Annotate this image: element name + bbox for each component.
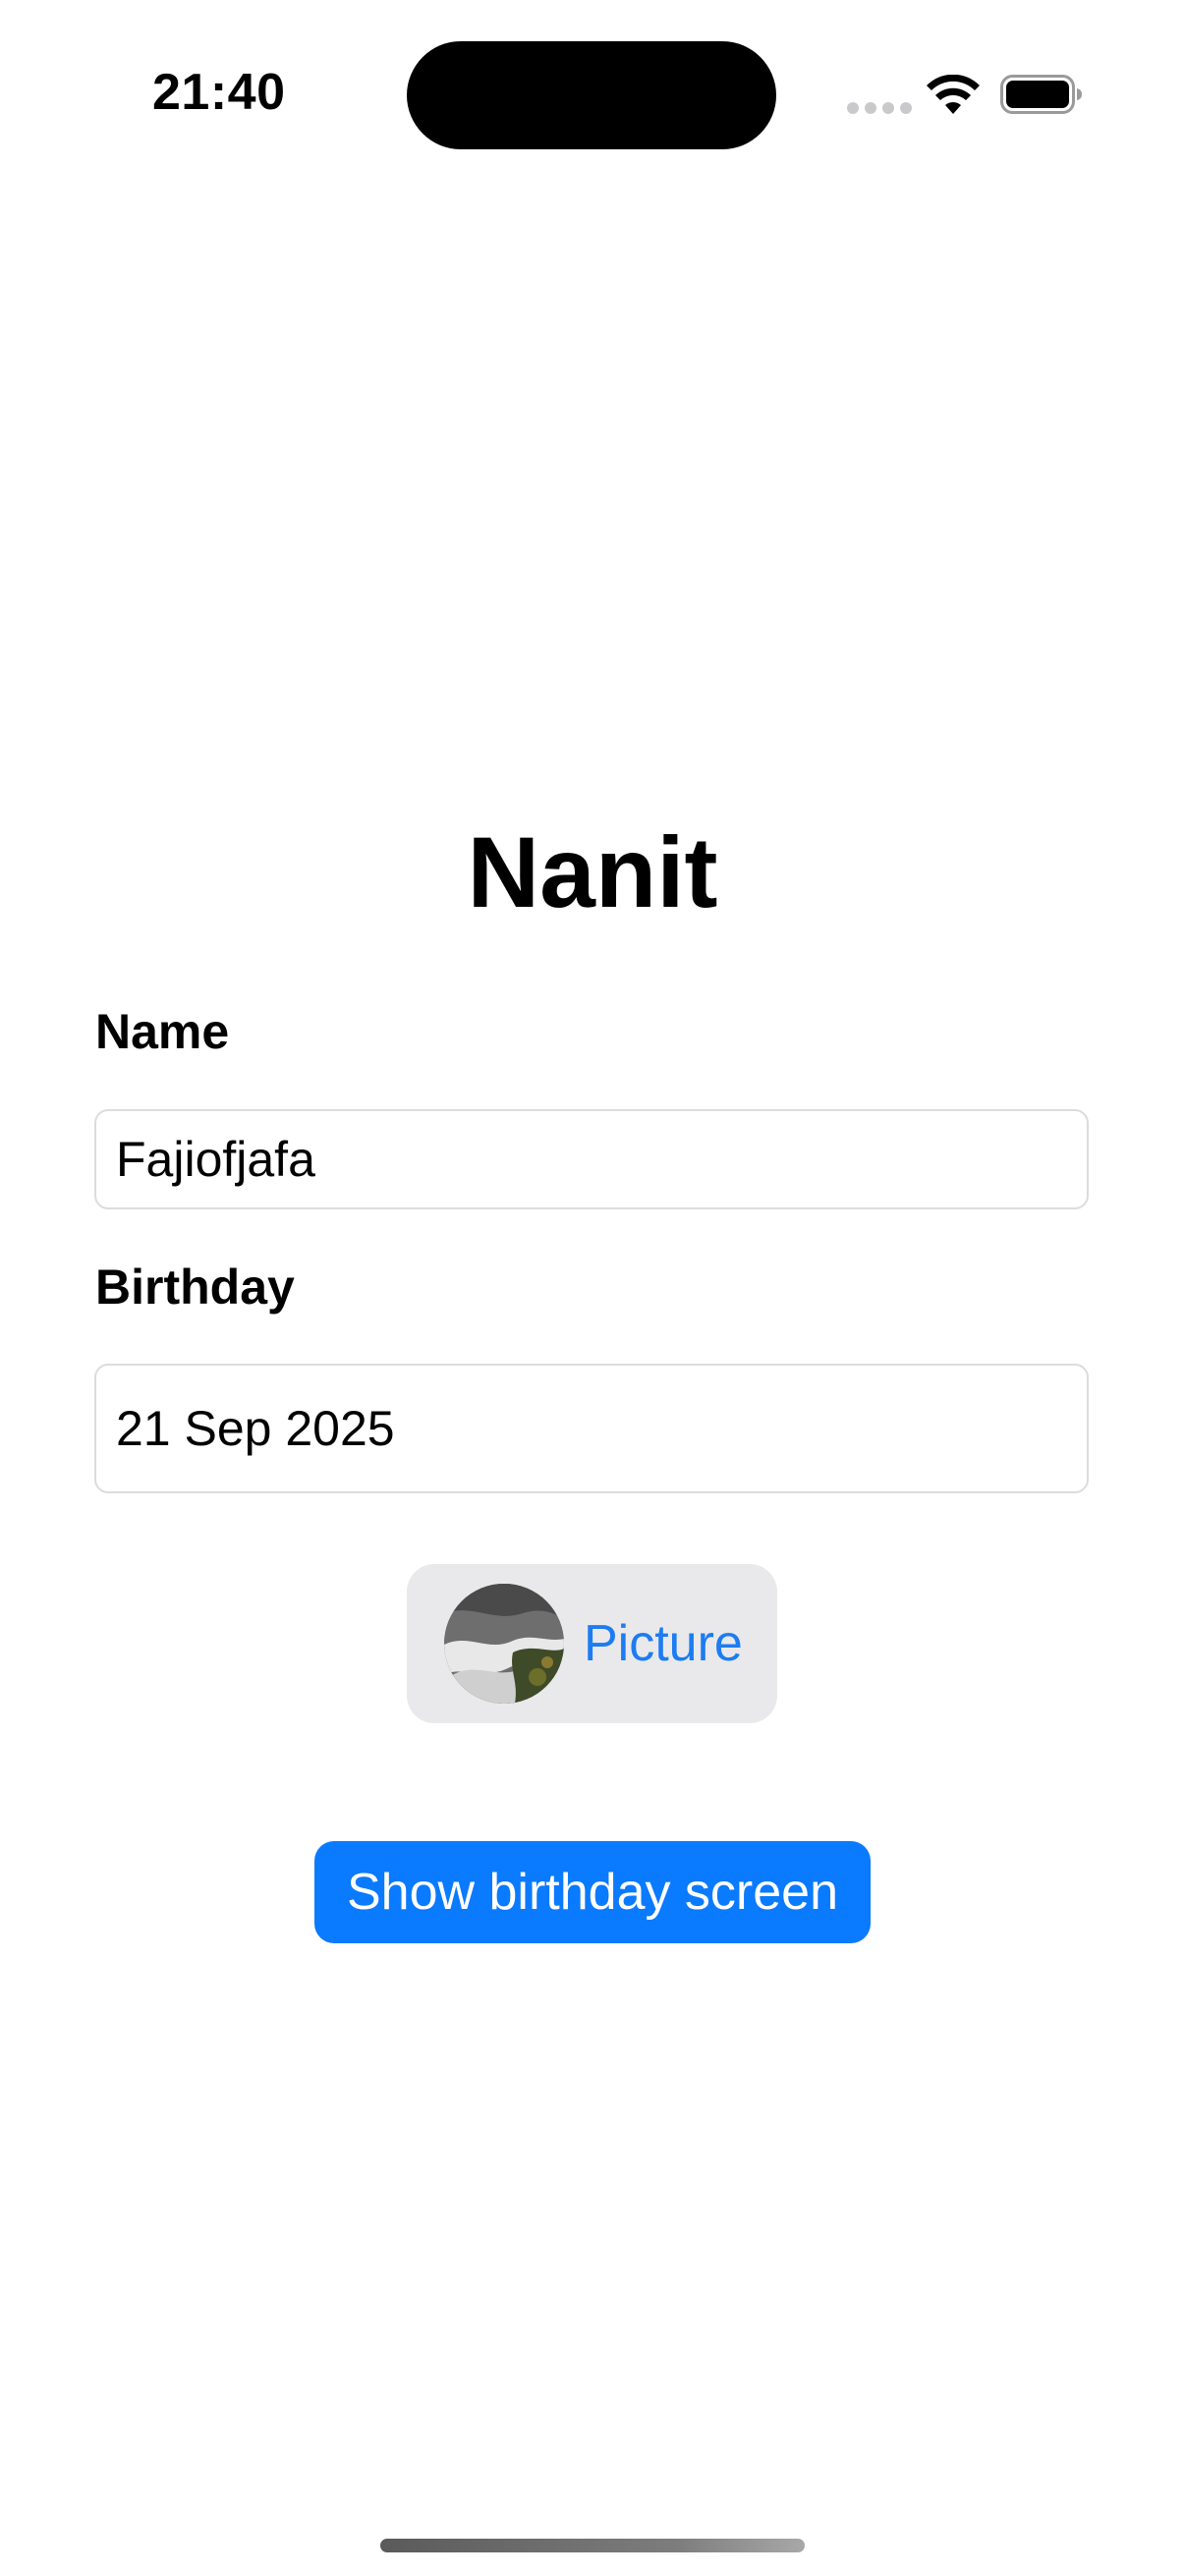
wifi-icon <box>927 75 980 114</box>
page-title: Nanit <box>467 816 718 928</box>
show-birthday-screen-button[interactable]: Show birthday screen <box>314 1841 871 1943</box>
photo-thumbnail-icon <box>444 1584 564 1704</box>
name-label: Name <box>95 1004 230 1059</box>
home-indicator[interactable] <box>380 2539 805 2552</box>
status-time: 21:40 <box>152 64 286 121</box>
cellular-signal-icon <box>847 102 912 114</box>
name-field-value: Fajiofjafa <box>116 1132 315 1187</box>
name-field[interactable]: Fajiofjafa <box>94 1109 1089 1209</box>
picture-button-label: Picture <box>584 1615 743 1672</box>
birthday-field[interactable]: 21 Sep 2025 <box>94 1364 1089 1493</box>
picture-thumbnail <box>444 1584 564 1704</box>
picture-button[interactable]: Picture <box>407 1564 777 1723</box>
birthday-label: Birthday <box>95 1260 295 1315</box>
dynamic-island <box>407 41 776 149</box>
battery-icon <box>1000 75 1082 114</box>
birthday-field-value: 21 Sep 2025 <box>116 1401 395 1456</box>
